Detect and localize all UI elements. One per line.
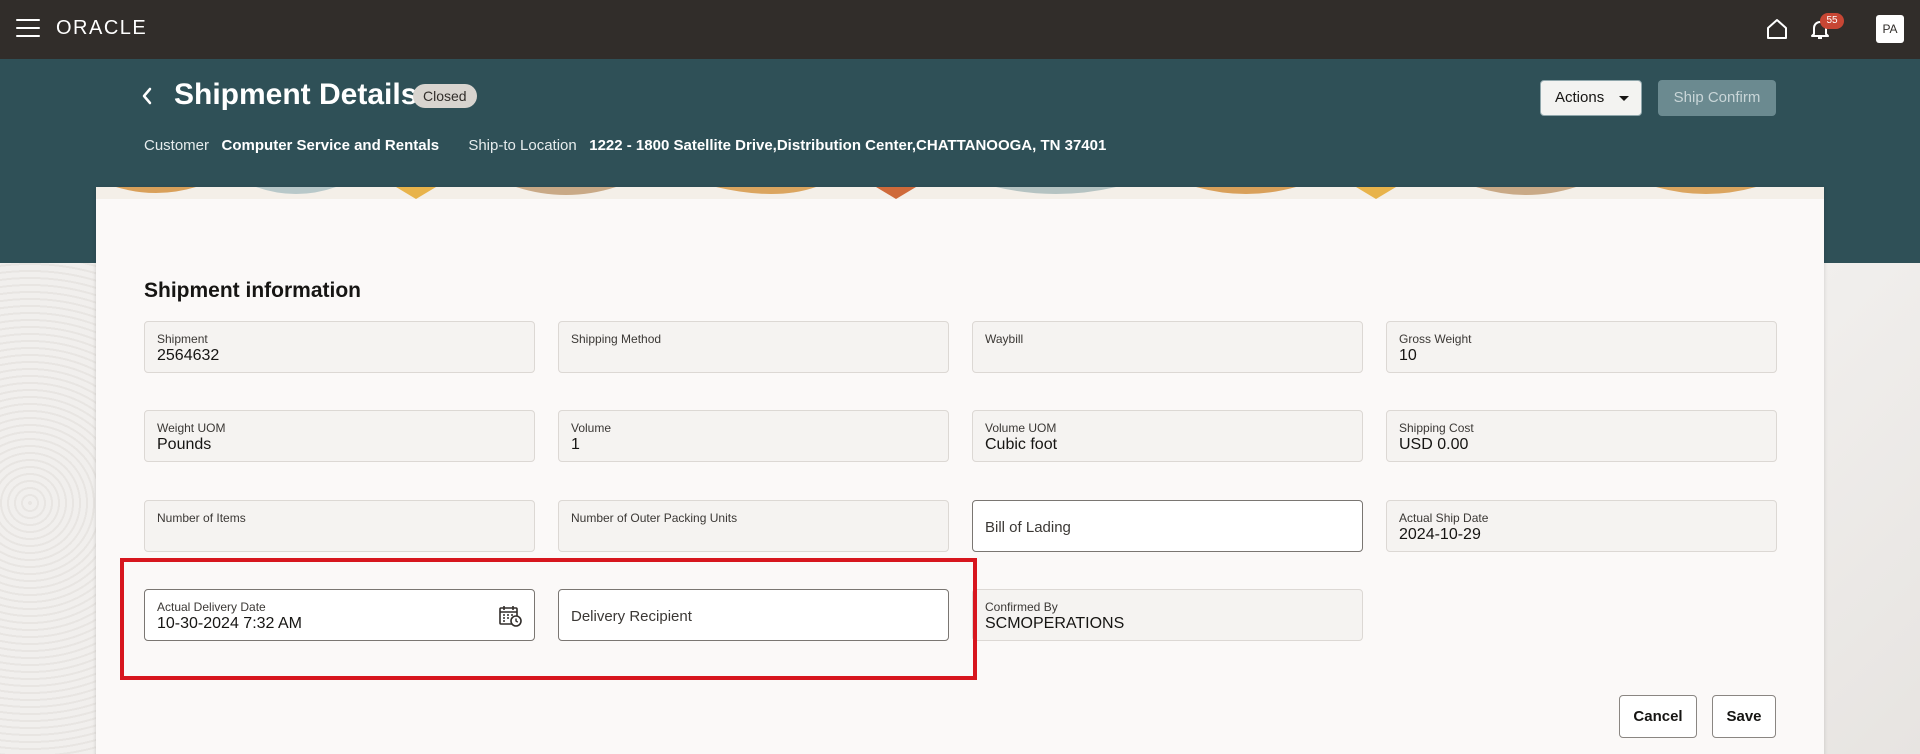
outer-packing-units-field: Number of Outer Packing Units <box>558 500 949 552</box>
weight-uom-field: Weight UOM Pounds <box>144 410 535 462</box>
decorative-banner <box>96 187 1824 199</box>
bill-of-lading-input[interactable]: Bill of Lading <box>972 500 1363 552</box>
back-chevron-icon[interactable] <box>140 86 154 106</box>
shipto-value: 1222 - 1800 Satellite Drive,Distribution… <box>589 137 1107 154</box>
highlight-annotation <box>120 558 977 680</box>
field-label: Shipping Method <box>571 332 662 346</box>
field-label: Number of Outer Packing Units <box>571 511 738 525</box>
ship-confirm-button[interactable]: Ship Confirm <box>1658 80 1776 116</box>
user-avatar[interactable]: PA <box>1876 15 1904 43</box>
section-title: Shipment information <box>144 279 361 302</box>
field-value: Cubic foot <box>985 436 1058 453</box>
background-pattern-right <box>1824 263 1920 754</box>
gross-weight-field: Gross Weight 10 <box>1386 321 1777 373</box>
confirmed-by-field: Confirmed By SCMOPERATIONS <box>972 589 1363 641</box>
number-of-items-field: Number of Items <box>144 500 535 552</box>
menu-icon[interactable] <box>16 19 40 39</box>
shipping-cost-field: Shipping Cost USD 0.00 <box>1386 410 1777 462</box>
shipping-method-field: Shipping Method <box>558 321 949 373</box>
field-label: Shipping Cost <box>1399 421 1474 435</box>
home-icon[interactable] <box>1765 17 1789 41</box>
field-value: 2024-10-29 <box>1399 526 1481 543</box>
oracle-logo[interactable]: ORACLE <box>56 17 147 40</box>
field-value: 2564632 <box>157 347 220 364</box>
actions-menu-button[interactable]: Actions <box>1540 80 1642 116</box>
customer-label: Customer <box>144 137 210 154</box>
background-pattern-left <box>0 263 96 754</box>
global-header: ORACLE 55 PA <box>0 0 1920 59</box>
shipto-label: Ship-to Location <box>468 137 577 154</box>
field-value: 1 <box>571 436 580 453</box>
status-badge: Closed <box>413 84 477 108</box>
field-label: Bill of Lading <box>985 519 1071 536</box>
field-label: Actual Ship Date <box>1399 511 1489 525</box>
field-label: Volume UOM <box>985 421 1057 435</box>
field-value: 10 <box>1399 347 1417 364</box>
caret-down-icon <box>1619 96 1629 101</box>
actual-ship-date-field: Actual Ship Date 2024-10-29 <box>1386 500 1777 552</box>
field-label: Weight UOM <box>157 421 226 435</box>
shipment-meta: Customer Computer Service and Rentals Sh… <box>144 137 1106 154</box>
save-button[interactable]: Save <box>1712 695 1776 738</box>
field-label: Gross Weight <box>1399 332 1472 346</box>
field-value: Pounds <box>157 436 212 453</box>
customer-value: Computer Service and Rentals <box>221 137 440 154</box>
field-label: Confirmed By <box>985 600 1058 614</box>
notifications-badge: 55 <box>1820 13 1844 29</box>
cancel-button[interactable]: Cancel <box>1619 695 1697 738</box>
actions-label: Actions <box>1555 89 1605 106</box>
field-label: Waybill <box>985 332 1024 346</box>
field-label: Volume <box>571 421 612 435</box>
volume-field: Volume 1 <box>558 410 949 462</box>
shipment-field: Shipment 2564632 <box>144 321 535 373</box>
field-label: Shipment <box>157 332 208 346</box>
waybill-field: Waybill <box>972 321 1363 373</box>
volume-uom-field: Volume UOM Cubic foot <box>972 410 1363 462</box>
field-value: USD 0.00 <box>1399 436 1469 453</box>
page-title: Shipment Details <box>174 78 418 111</box>
field-label: Number of Items <box>157 511 246 525</box>
field-value: SCMOPERATIONS <box>985 615 1125 632</box>
